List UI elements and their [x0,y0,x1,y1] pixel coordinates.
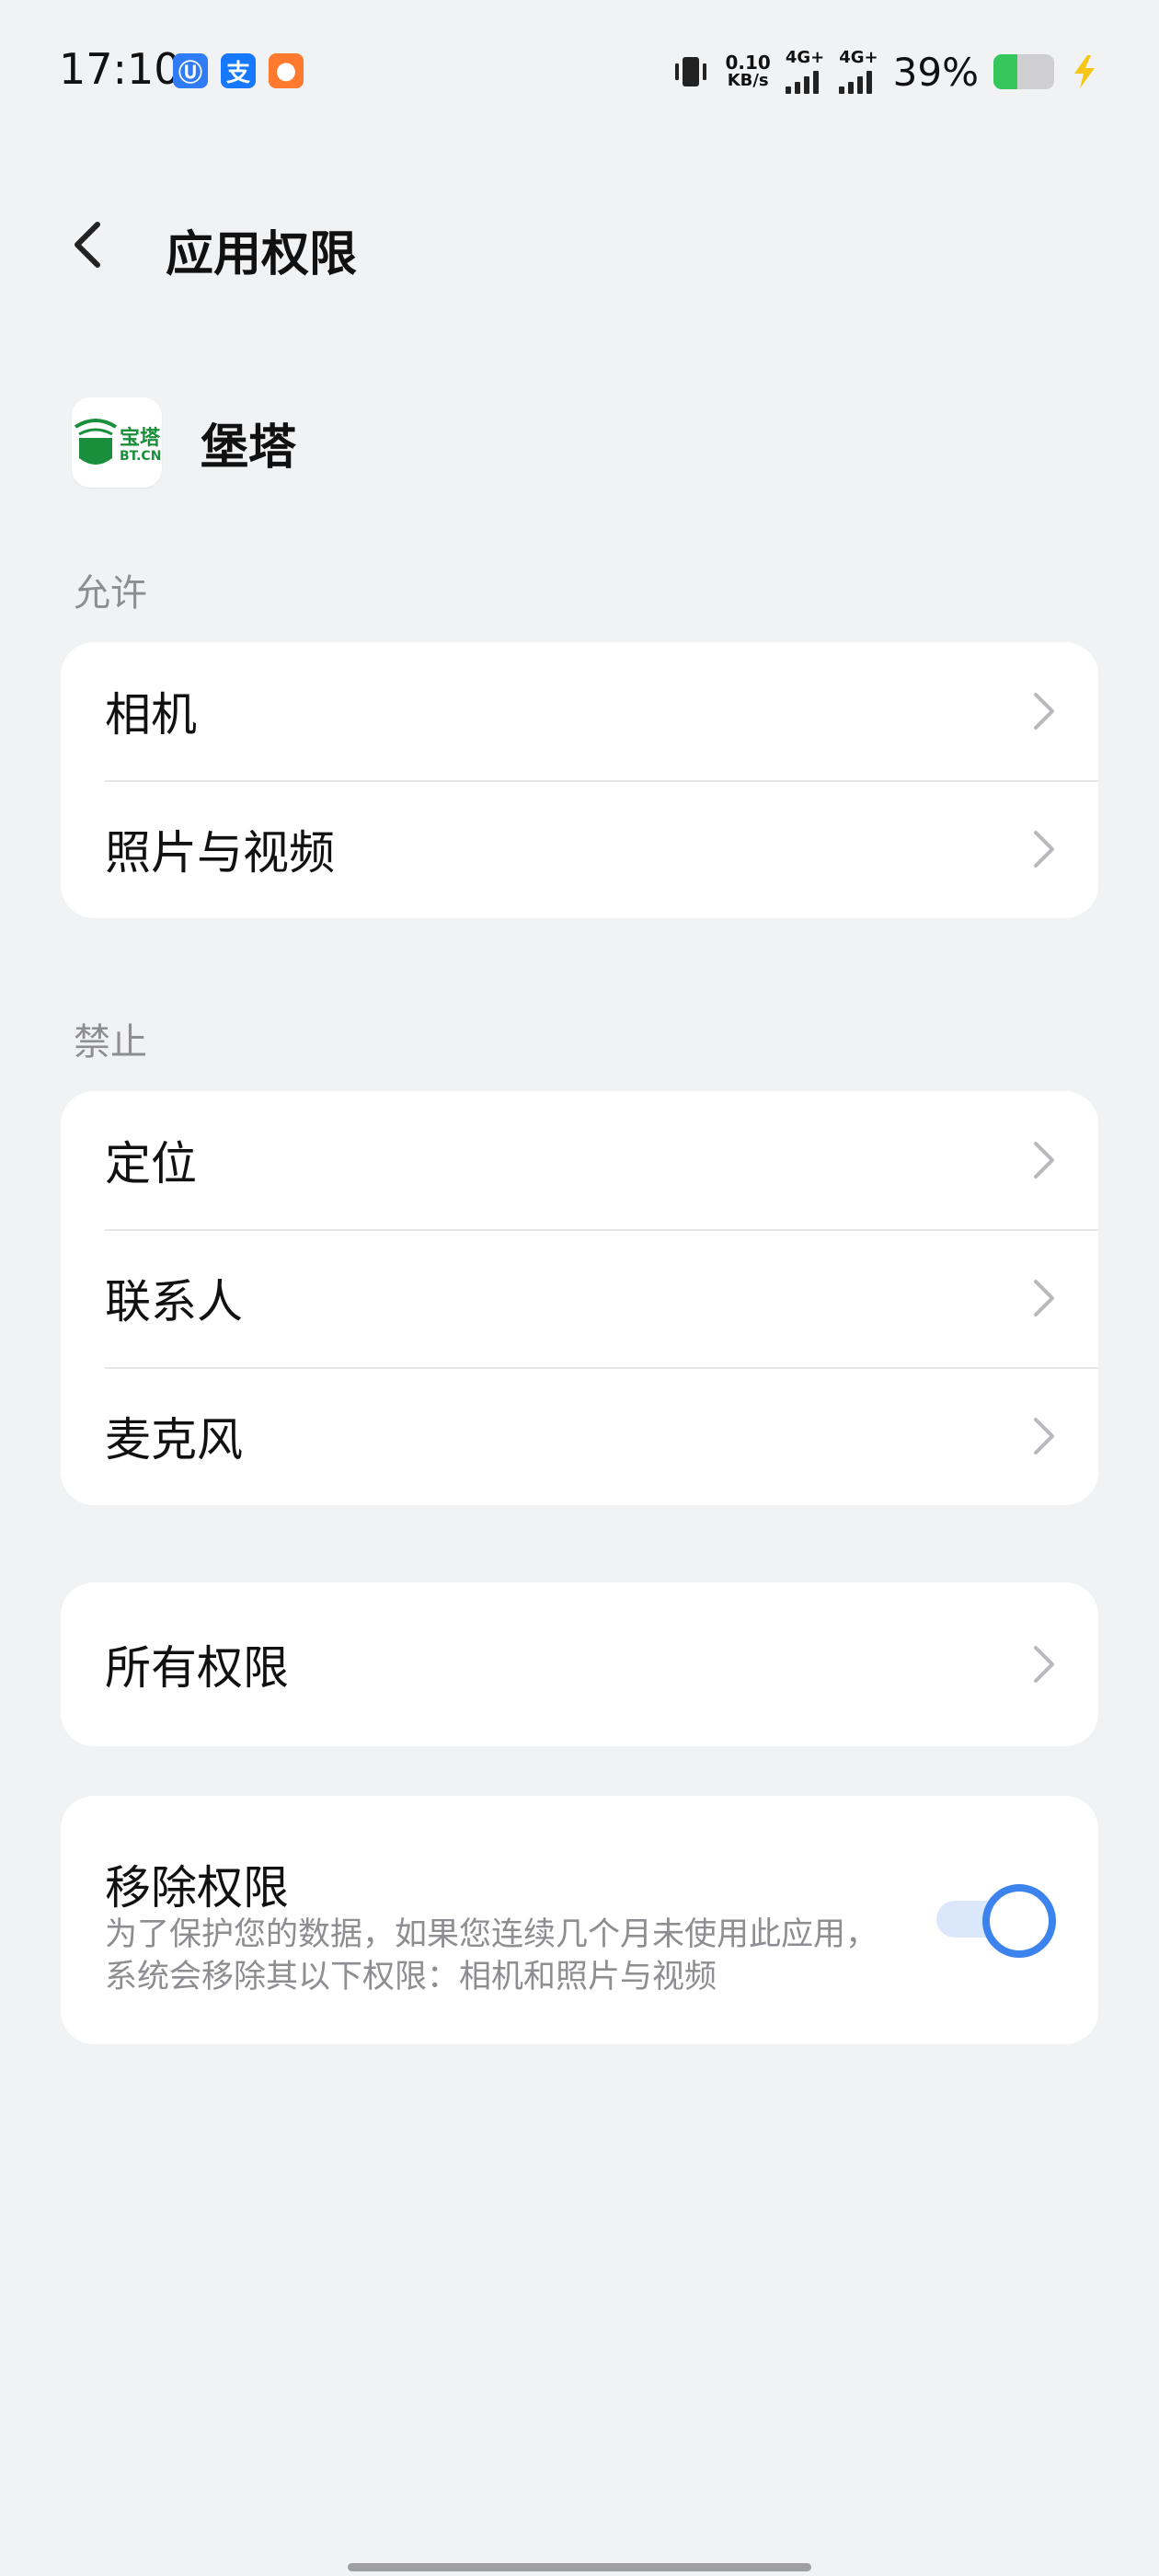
chevron-right-icon [1034,1646,1054,1683]
remove-permissions-title: 移除权限 [105,1861,289,1915]
permission-label: 相机 [105,688,197,742]
all-permissions-card: 所有权限 [61,1582,1098,1746]
remove-permissions-description: 为了保护您的数据，如果您连续几个月未使用此应用，系统会移除其以下权限：相机和照片… [105,1916,878,1995]
logo-text-cn: 宝塔 [120,427,161,450]
signal-2: 4G+ [839,50,878,94]
remove-permissions-toggle[interactable] [936,1882,1056,1958]
battery-icon [993,54,1054,89]
permission-row-location[interactable]: 定位 [61,1091,1098,1229]
permission-label: 定位 [105,1137,197,1190]
permission-label: 联系人 [105,1275,243,1328]
vibrate-icon [674,57,706,86]
signal-1-label: 4G+ [785,48,825,67]
status-time: 17:10 [59,44,181,94]
section-label-denied: 禁止 [74,1021,147,1064]
permission-row-photos-videos[interactable]: 照片与视频 [61,780,1098,918]
chevron-right-icon [1034,1280,1054,1317]
network-speed-value: 0.10 [725,52,771,74]
status-bar: 17:10 Ⓤ 支 ● 0.10 KB/s 4G+ 4G+ 39% [0,0,1159,138]
alipay-notif-icon: 支 [221,53,256,88]
all-permissions-label: 所有权限 [105,1641,289,1695]
logo-text-en: BT.CN [120,449,162,464]
signal-bars-icon [785,70,819,94]
back-arrow-icon[interactable] [66,219,112,270]
chevron-right-icon [1034,1418,1054,1455]
home-indicator[interactable] [348,2563,811,2571]
charging-bolt-icon [1074,55,1095,88]
signal-bars-icon [839,70,873,94]
app-name: 堡塔 [201,420,297,476]
permission-row-microphone[interactable]: 麦克风 [61,1367,1098,1505]
chevron-right-icon [1034,693,1054,730]
network-speed: 0.10 KB/s [726,53,771,90]
all-permissions-row[interactable]: 所有权限 [61,1582,1098,1746]
chevron-right-icon [1034,1142,1054,1179]
signal-2-label: 4G+ [839,48,878,67]
app-info: 宝塔 BT.CN 堡塔 [72,397,296,488]
signal-1: 4G+ [785,48,825,94]
app-notif-icon-1: Ⓤ [173,53,208,88]
battery-percent: 39% [892,49,979,95]
section-label-allowed: 允许 [74,572,147,615]
permission-label: 麦克风 [105,1413,243,1466]
allowed-permissions-card: 相机 照片与视频 [61,642,1098,918]
page-header: 应用权限 [0,202,1159,285]
permission-label: 照片与视频 [105,826,335,880]
permission-row-contacts[interactable]: 联系人 [61,1229,1098,1367]
toggle-knob [982,1884,1056,1958]
app-logo: 宝塔 BT.CN [72,397,162,488]
app-notif-icon-3: ● [269,53,304,88]
remove-permissions-card: 移除权限 为了保护您的数据，如果您连续几个月未使用此应用，系统会移除其以下权限：… [61,1796,1098,2044]
permission-row-camera[interactable]: 相机 [61,642,1098,780]
chevron-right-icon [1034,831,1054,868]
status-indicators: 0.10 KB/s 4G+ 4G+ 39% [671,44,1101,99]
page-title: 应用权限 [166,227,358,282]
battery-fill [993,54,1017,89]
denied-permissions-card: 定位 联系人 麦克风 [61,1091,1098,1505]
network-speed-unit: KB/s [727,71,769,90]
notification-icons: Ⓤ 支 ● [173,53,304,88]
